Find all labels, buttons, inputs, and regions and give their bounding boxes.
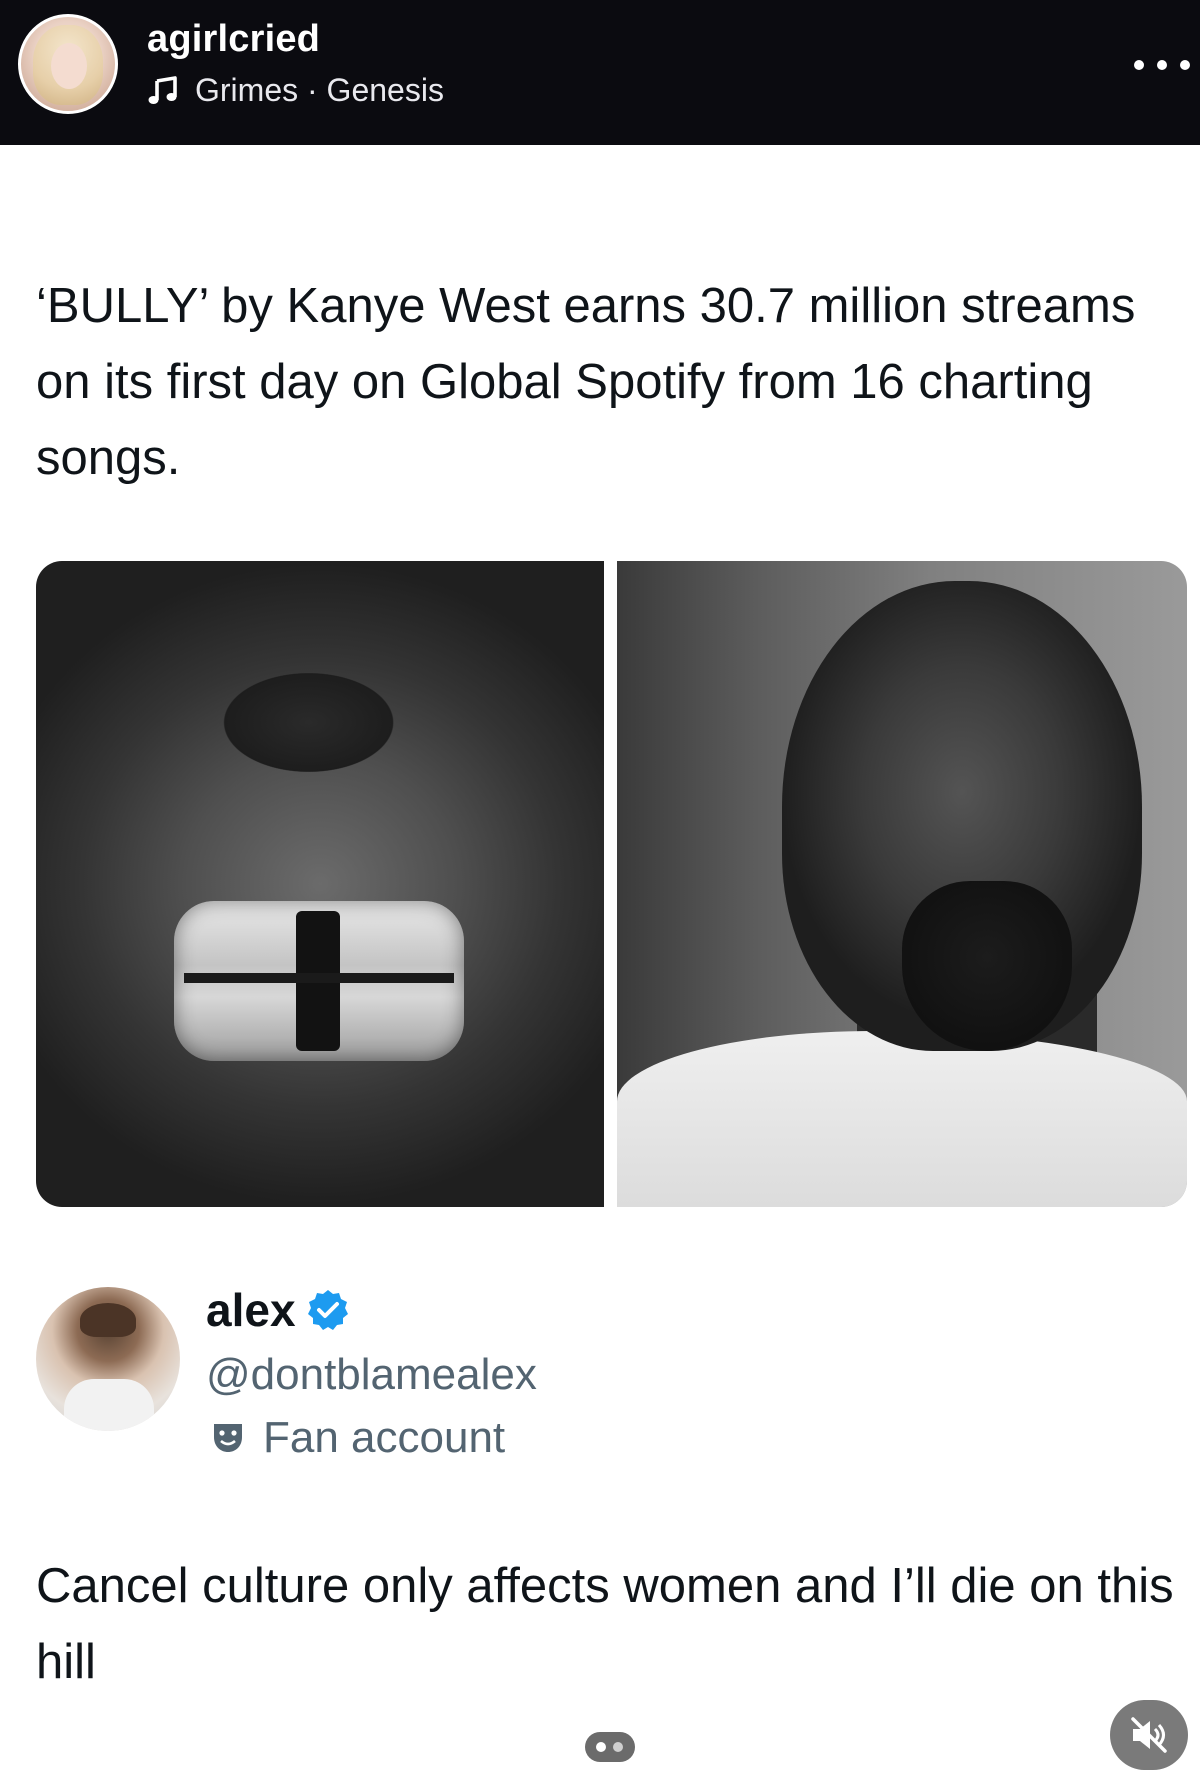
- pager-dot: [613, 1742, 623, 1752]
- story-avatar[interactable]: [18, 14, 118, 114]
- story-username[interactable]: agirlcried: [147, 18, 320, 61]
- mute-button[interactable]: [1110, 1700, 1188, 1770]
- author-name: alex: [206, 1284, 296, 1336]
- fan-account-label: Fan account: [211, 1413, 505, 1463]
- author-handle[interactable]: @dontblamealex: [206, 1350, 537, 1400]
- media-image-teeth-closeup[interactable]: [36, 561, 604, 1207]
- avatar-face-shape: [51, 43, 87, 89]
- more-dot: [1134, 60, 1144, 70]
- media-image-portrait[interactable]: [617, 561, 1187, 1207]
- more-dot: [1180, 60, 1190, 70]
- story-music-text: Grimes · Genesis: [195, 72, 444, 108]
- music-note-icon: [148, 75, 177, 104]
- verified-badge-icon: [307, 1290, 348, 1330]
- carousel-pager[interactable]: [585, 1732, 635, 1762]
- tweet-media-grid: [36, 561, 1187, 1207]
- portrait-shirt-shape: [617, 1031, 1187, 1207]
- more-dot: [1157, 60, 1167, 70]
- speaker-muted-icon: [1131, 1717, 1167, 1753]
- fan-account-text: Fan account: [263, 1413, 506, 1462]
- author-hair-shape: [80, 1303, 136, 1337]
- tweet-text: ‘BULLY’ by Kanye West earns 30.7 million…: [36, 279, 1136, 485]
- grill-teeth-shape: [174, 901, 464, 1061]
- author-name-row[interactable]: alex: [206, 1283, 350, 1337]
- story-music-link[interactable]: Grimes · Genesis: [147, 72, 444, 109]
- author-shirt-shape: [64, 1379, 154, 1431]
- pager-dot-active: [596, 1742, 606, 1752]
- more-horizontal-icon[interactable]: [1134, 55, 1190, 75]
- quote-text: Cancel culture only affects women and I’…: [36, 1559, 1174, 1689]
- story-header: agirlcried Grimes · Genesis: [0, 0, 1200, 145]
- theater-mask-icon: [214, 1424, 242, 1452]
- author-avatar[interactable]: [36, 1287, 180, 1431]
- portrait-beard-shape: [902, 881, 1072, 1051]
- teeth-line-shape: [184, 973, 454, 983]
